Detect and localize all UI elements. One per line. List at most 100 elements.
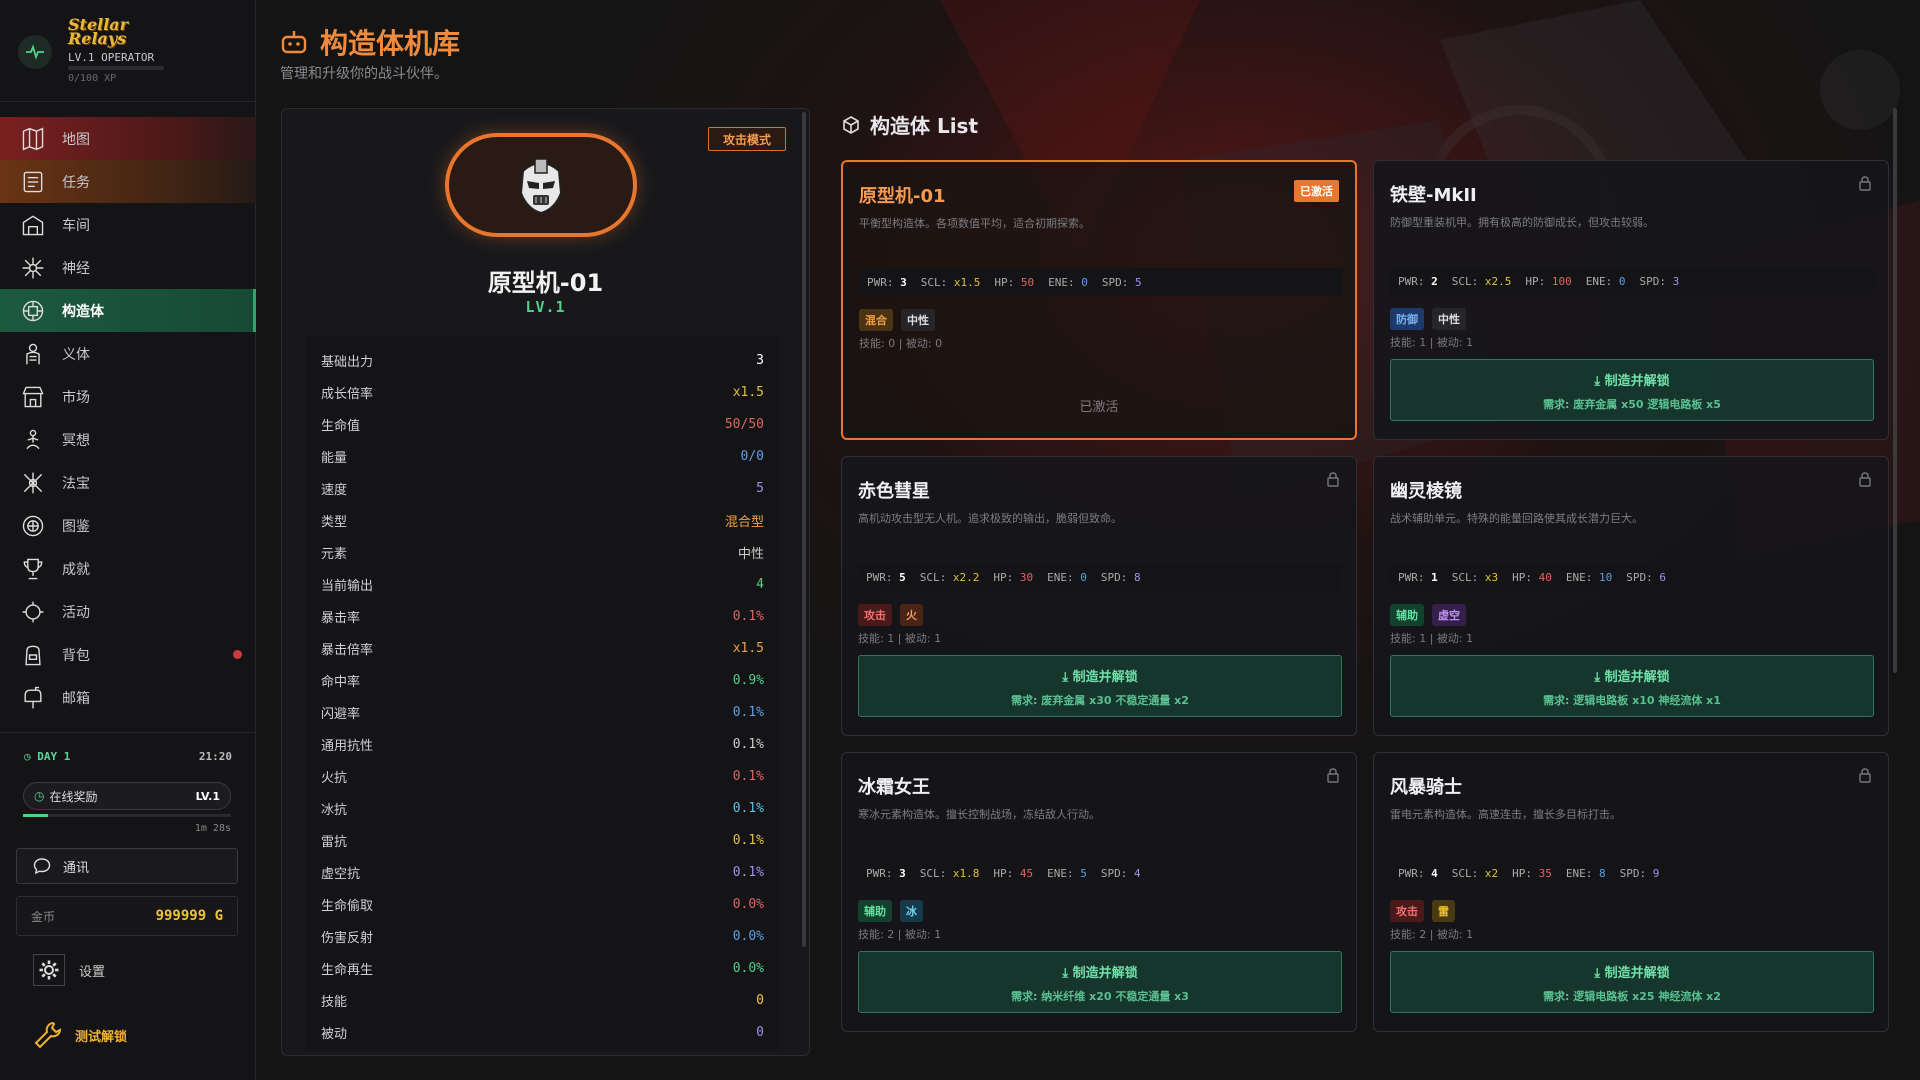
stat-value: 0.1% [732,608,764,624]
construct-card[interactable]: 铁壁-MkII 防御型重装机甲。拥有极高的防御成长，但攻击较弱。 PWR: 2 S… [1373,160,1889,440]
stat-row: 火抗 0.1% [305,760,778,792]
settings-button[interactable]: 设置 [33,954,105,986]
nav-item-8[interactable]: 法宝 [0,461,256,504]
nav-item-13[interactable]: 邮箱 [0,676,256,719]
download-icon: ⤓ [1594,670,1605,685]
stat-value: 0 [756,992,764,1008]
download-icon: ⤓ [1594,374,1605,389]
ene-value: 0 [1081,275,1088,289]
detail-scrollbar[interactable] [802,112,806,947]
nav-item-2[interactable]: 车间 [0,203,256,246]
stat-label: 通用抗性 [321,738,374,754]
nav-label: 成就 [62,561,90,578]
type-tag: 冰 [900,900,923,922]
craft-unlock-button[interactable]: ⤓ 制造并解锁 需求: 废弃金属 x50 逻辑电路板 x5 [1390,359,1874,421]
craft-requirement: 需求: 废弃金属 x30 不稳定通量 x2 [1011,694,1189,707]
stat-row: 通用抗性 0.1% [305,728,778,760]
type-tag: 防御 [1390,308,1424,330]
attack-mode-button[interactable]: 攻击模式 [708,127,786,151]
craft-unlock-button[interactable]: ⤓ 制造并解锁 需求: 纳米纤维 x20 不稳定通量 x3 [858,951,1342,1013]
pwr-value: 4 [1431,866,1438,880]
test-unlock-button[interactable]: 测试解锁 [33,1020,127,1050]
gold-value: 999999 G [155,908,223,924]
profile-header: Stellar Relays LV.1 OPERATOR 0/100 XP [0,0,255,102]
craft-unlock-button[interactable]: ⤓ 制造并解锁 需求: 逻辑电路板 x10 神经流体 x1 [1390,655,1874,717]
stat-value: 50/50 [724,416,764,432]
card-skills: 技能: 1 | 被动: 1 [1390,336,1474,349]
day-label: DAY 1 [37,750,71,763]
stat-label: 闪避率 [321,706,361,722]
lock-icon [1326,471,1340,491]
stat-label: 生命值 [321,418,361,434]
comm-button[interactable]: 通讯 [16,848,238,884]
trophy-icon [18,554,48,584]
wrench-icon [34,1021,62,1049]
lock-icon [1326,767,1340,787]
pulse-icon [18,35,52,69]
timer-icon: ◷ [34,789,45,803]
craft-unlock-button[interactable]: ⤓ 制造并解锁 需求: 废弃金属 x30 不稳定通量 x2 [858,655,1342,717]
stat-label: 生命再生 [321,962,374,978]
settings-label: 设置 [79,964,106,980]
nav-label: 图鉴 [62,518,90,535]
pwr-value: 2 [1431,274,1438,288]
stat-row: 成长倍率 x1.5 [305,376,778,408]
construct-card[interactable]: 原型机-01 已激活 平衡型构造体。各项数值平均，适合初期探索。 PWR: 3 SC… [841,160,1357,440]
stat-value: 0.1% [732,704,764,720]
card-title: 风暴骑士 [1390,777,1462,798]
type-tag: 辅助 [1390,604,1424,626]
nav-item-4[interactable]: 构造体 [0,289,256,332]
page-title: 构造体机库 [320,27,461,60]
pwr-value: 3 [900,275,907,289]
nav-item-3[interactable]: 神经 [0,246,256,289]
nav-item-12[interactable]: 背包 [0,633,256,676]
stat-label: 暴击率 [321,610,361,626]
card-description: 平衡型构造体。各项数值平均，适合初期探索。 [859,217,1090,230]
card-description: 高机动攻击型无人机。追求极致的输出，脆弱但致命。 [858,512,1122,525]
quest-scroll-icon [18,167,48,197]
stat-row: 命中率 0.9% [305,664,778,696]
card-stats: PWR: 2 SCL: x2.5 HP: 100 ENE: 0 SPD: 3 [1390,267,1874,295]
stat-label: 类型 [321,514,348,530]
card-skills: 技能: 2 | 被动: 1 [1390,928,1474,941]
type-tag: 攻击 [858,604,892,626]
page-header: 构造体机库 [280,22,460,62]
nav-item-5[interactable]: 义体 [0,332,256,375]
type-tag: 虚空 [1432,604,1466,626]
nav-item-0[interactable]: 地图 [0,117,256,160]
nav-item-6[interactable]: 市场 [0,375,256,418]
nav-item-10[interactable]: 成就 [0,547,256,590]
construct-card[interactable]: 风暴骑士 雷电元素构造体。高速连击，擅长多目标打击。 PWR: 4 SCL: x2… [1373,752,1889,1032]
spd-value: 9 [1652,866,1660,880]
construct-card[interactable]: 幽灵棱镜 战术辅助单元。特殊的能量回路使其成长潜力巨大。 PWR: 1 SCL: … [1373,456,1889,736]
list-scrollbar[interactable] [1893,108,1897,673]
craft-unlock-button[interactable]: ⤓ 制造并解锁 需求: 逻辑电路板 x25 神经流体 x2 [1390,951,1874,1013]
pwr-value: 3 [899,866,906,880]
nav-label: 地图 [62,131,90,148]
stat-value: 5 [756,480,764,496]
construct-list-header: 构造体 List [842,110,978,139]
main-nav: 地图任务 车间 神经 构造体 义体 市场 冥想 法宝图鉴成就活动 背包 邮箱 [0,117,256,719]
map-icon [18,124,48,154]
nav-item-11[interactable]: 活动 [0,590,256,633]
stat-row: 伤害反射 0.0% [305,920,778,952]
test-unlock-label: 测试解锁 [75,1029,128,1045]
card-tags: 攻击雷 [1390,900,1455,922]
stat-label: 火抗 [321,770,348,786]
stat-value: 0/0 [740,448,764,464]
online-reward-button[interactable]: ◷ 在线奖励 LV.1 [23,782,231,810]
craft-requirement: 需求: 废弃金属 x50 逻辑电路板 x5 [1543,398,1721,411]
scl-value: x1.5 [953,275,981,289]
nav-item-7[interactable]: 冥想 [0,418,256,461]
construct-card[interactable]: 冰霜女王 寒冰元素构造体。擅长控制战场，冻结敌人行动。 PWR: 3 SCL: x… [841,752,1357,1032]
stat-label: 速度 [321,482,348,498]
construct-card[interactable]: 赤色彗星 高机动攻击型无人机。追求极致的输出，脆弱但致命。 PWR: 5 SCL:… [841,456,1357,736]
nav-item-1[interactable]: 任务 [0,160,256,203]
event-icon [18,597,48,627]
nav-item-9[interactable]: 图鉴 [0,504,256,547]
stat-label: 成长倍率 [321,386,374,402]
gold-label: 金币 [31,909,56,924]
download-icon: ⤓ [1594,966,1605,981]
game-time: 21:20 [198,750,232,763]
sidebar: Stellar Relays LV.1 OPERATOR 0/100 XP 地图任… [0,0,256,1080]
